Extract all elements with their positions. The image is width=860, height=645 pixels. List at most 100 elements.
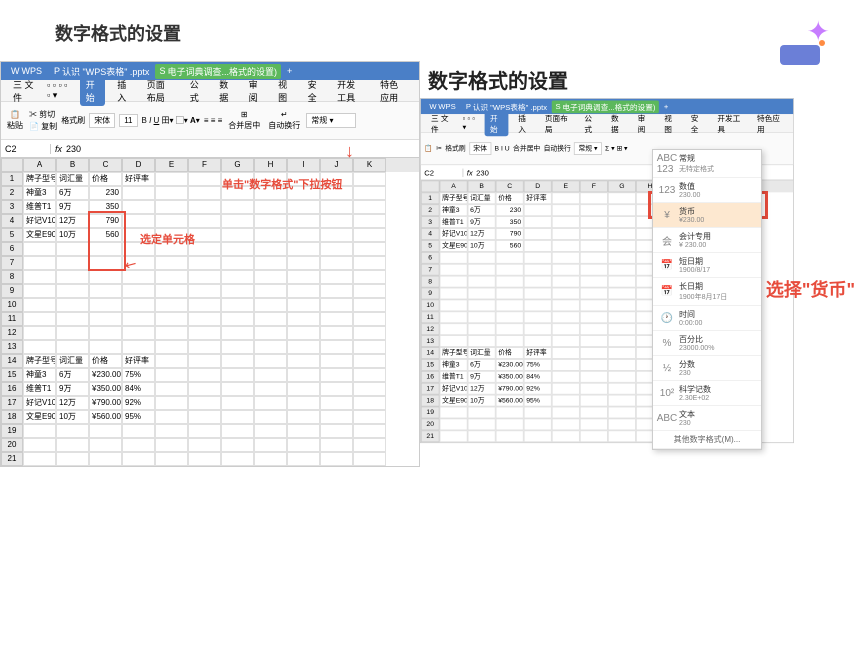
cell[interactable] — [188, 340, 221, 354]
row-header[interactable]: 10 — [421, 299, 440, 311]
cell[interactable] — [89, 270, 122, 284]
cell[interactable] — [580, 216, 608, 228]
cell[interactable]: 词汇量 — [468, 347, 496, 359]
cell[interactable] — [23, 424, 56, 438]
row-header[interactable]: 4 — [1, 214, 23, 228]
cell[interactable] — [524, 430, 552, 442]
row-header[interactable]: 12 — [1, 326, 23, 340]
cell[interactable] — [23, 340, 56, 354]
extra-tools-r[interactable]: Σ ▾ ⊞ ▾ — [605, 145, 627, 153]
row-header[interactable]: 8 — [1, 270, 23, 284]
dropdown-item[interactable]: ABC 文本230 — [653, 406, 761, 431]
cell[interactable] — [496, 276, 524, 288]
cell[interactable] — [188, 424, 221, 438]
cell[interactable] — [254, 284, 287, 298]
cell[interactable] — [320, 200, 353, 214]
cell[interactable]: 350 — [496, 216, 524, 228]
col-header[interactable]: A — [23, 158, 56, 172]
cell[interactable] — [353, 424, 386, 438]
cell[interactable] — [440, 323, 468, 335]
cell[interactable] — [608, 240, 636, 252]
cell[interactable]: 牌子型号 — [23, 354, 56, 368]
cell[interactable]: ¥230.00 — [89, 368, 122, 382]
col-header[interactable]: G — [221, 158, 254, 172]
cell[interactable]: 价格 — [496, 192, 524, 204]
cell[interactable] — [23, 312, 56, 326]
cell[interactable] — [353, 438, 386, 452]
paste-group[interactable]: 📋 粘贴 — [5, 110, 25, 131]
cell[interactable] — [221, 354, 254, 368]
cell[interactable] — [287, 438, 320, 452]
cell[interactable] — [580, 288, 608, 300]
cell[interactable] — [188, 312, 221, 326]
menu-data[interactable]: 数据 — [215, 76, 236, 106]
cell[interactable] — [580, 407, 608, 419]
merge-button[interactable]: ⊞合并居中 — [226, 110, 262, 131]
cell[interactable] — [287, 382, 320, 396]
menu-review-r[interactable]: 审阅 — [634, 110, 654, 136]
cell[interactable] — [320, 312, 353, 326]
row-header[interactable]: 21 — [1, 452, 23, 466]
cell[interactable] — [353, 452, 386, 466]
cell[interactable] — [254, 298, 287, 312]
cell[interactable] — [221, 452, 254, 466]
dropdown-item[interactable]: % 百分比23000.00% — [653, 331, 761, 356]
dropdown-item[interactable]: 📅 短日期1900/8/17 — [653, 253, 761, 278]
cell[interactable] — [221, 228, 254, 242]
copy-button[interactable]: 📄 复制 — [29, 121, 57, 132]
cell[interactable] — [155, 354, 188, 368]
cell[interactable] — [524, 228, 552, 240]
cell[interactable] — [254, 340, 287, 354]
cell[interactable] — [552, 359, 580, 371]
cell[interactable] — [353, 410, 386, 424]
row-header[interactable]: 6 — [1, 242, 23, 256]
cell[interactable] — [122, 326, 155, 340]
cell[interactable] — [468, 311, 496, 323]
cell[interactable] — [580, 359, 608, 371]
cell[interactable] — [608, 216, 636, 228]
menu-special[interactable]: 特色应用 — [376, 76, 411, 106]
cell[interactable] — [524, 240, 552, 252]
cell[interactable]: ¥790.00 — [496, 383, 524, 395]
row-header[interactable]: 3 — [1, 200, 23, 214]
number-format-dropdown[interactable]: 常规 ▾ — [306, 113, 356, 128]
cell[interactable] — [188, 438, 221, 452]
row-header[interactable]: 19 — [1, 424, 23, 438]
fx-r[interactable]: fx — [463, 168, 476, 177]
cell[interactable]: 维普T1 — [440, 371, 468, 383]
cell[interactable] — [56, 340, 89, 354]
cell[interactable] — [353, 186, 386, 200]
cell[interactable] — [254, 326, 287, 340]
cell[interactable]: 12万 — [468, 383, 496, 395]
cell-reference[interactable]: C2 — [1, 144, 51, 154]
cell[interactable] — [552, 335, 580, 347]
cell[interactable] — [221, 438, 254, 452]
cell[interactable] — [89, 424, 122, 438]
cell[interactable] — [56, 284, 89, 298]
row-header[interactable]: 15 — [1, 368, 23, 382]
cell[interactable] — [524, 288, 552, 300]
cell[interactable] — [608, 395, 636, 407]
cell[interactable] — [221, 312, 254, 326]
cell[interactable] — [56, 326, 89, 340]
menu-layout-r[interactable]: 页面布局 — [541, 110, 574, 136]
col-header[interactable]: C — [496, 180, 524, 192]
row-header[interactable]: 6 — [421, 252, 440, 264]
cell[interactable] — [552, 347, 580, 359]
cell[interactable] — [254, 200, 287, 214]
cell[interactable] — [287, 214, 320, 228]
cell[interactable] — [552, 228, 580, 240]
menu-formula-r[interactable]: 公式 — [581, 110, 601, 136]
cell[interactable] — [155, 452, 188, 466]
cell[interactable] — [552, 418, 580, 430]
cell[interactable] — [89, 284, 122, 298]
menu-review[interactable]: 审阅 — [245, 76, 266, 106]
cell[interactable]: 维普T1 — [23, 382, 56, 396]
cell[interactable] — [56, 312, 89, 326]
cell[interactable] — [287, 424, 320, 438]
cell[interactable]: 10万 — [56, 410, 89, 424]
cell[interactable] — [353, 340, 386, 354]
row-header[interactable]: 5 — [421, 240, 440, 252]
cell[interactable] — [155, 256, 188, 270]
cell[interactable] — [552, 323, 580, 335]
